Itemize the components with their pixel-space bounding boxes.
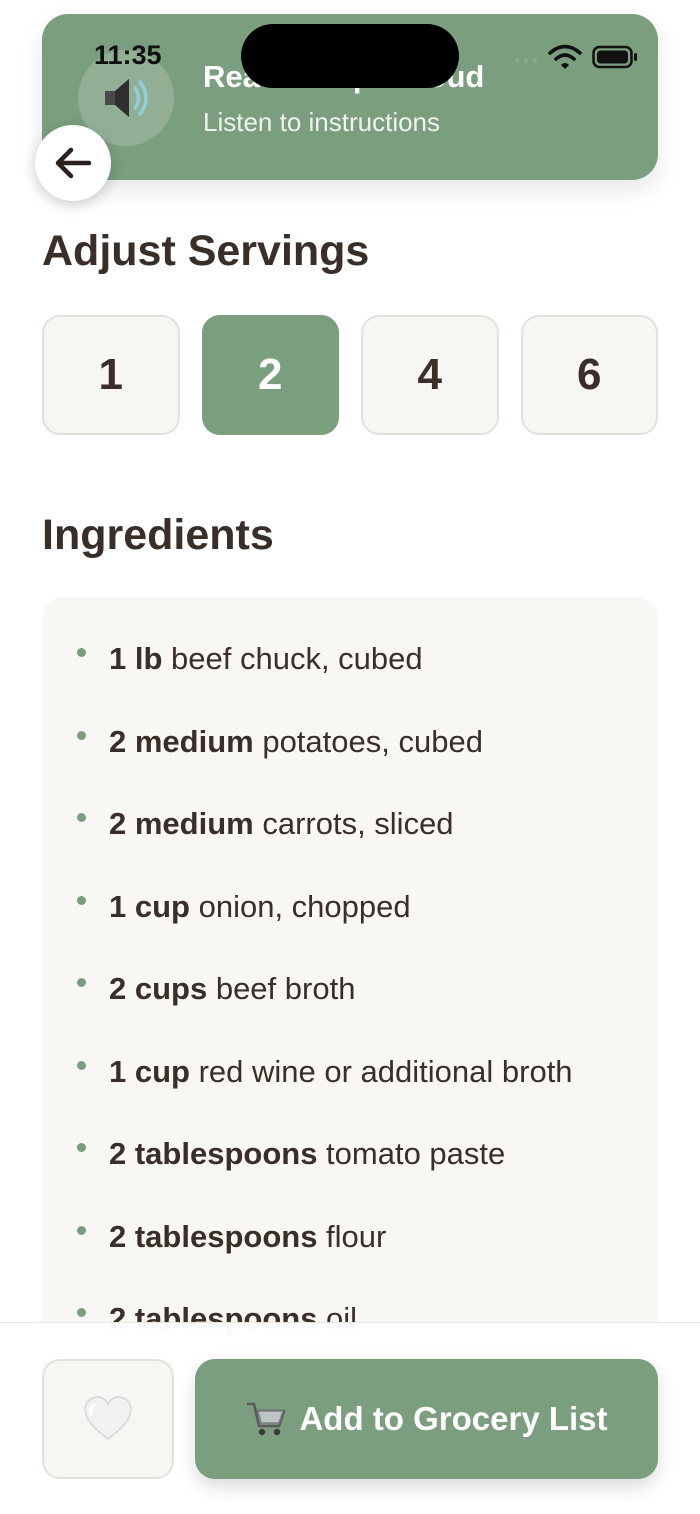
bullet [77, 1060, 86, 1070]
speaker-icon [105, 79, 148, 117]
bullet [77, 1143, 86, 1152]
bullet [77, 895, 86, 905]
bullet [77, 730, 86, 740]
ingredient-name: potatoes, cubed [262, 723, 483, 759]
bottom-action-bar: Add to Grocery List [0, 1322, 700, 1514]
serving-option-4[interactable]: 4 [361, 315, 499, 435]
ingredient-qty: 2 tablespoons [109, 1218, 327, 1254]
ingredient-item: 2 medium carrots, sliced [42, 806, 658, 889]
ingredient-name: onion, chopped [198, 888, 411, 924]
ingredients-title: Ingredients [42, 511, 274, 559]
ingredient-name: beef broth [215, 971, 356, 1006]
bullet [77, 648, 86, 657]
ingredient-name: flour [326, 1218, 387, 1254]
ingredient-item: 2 tablespoons flour [42, 1219, 658, 1302]
servings-title: Adjust Servings [42, 227, 370, 275]
ingredient-item: 2 medium potatoes, cubed [42, 724, 658, 807]
wifi-icon [548, 44, 582, 69]
ingredient-item: 2 tablespoons tomato paste [42, 1136, 658, 1219]
ingredients-list: 1 lb beef chuck, cubed 2 medium potatoes… [42, 597, 658, 1357]
ingredient-name: beef chuck, cubed [171, 641, 423, 676]
serving-option-2[interactable]: 2 [201, 315, 339, 435]
read-aloud-subtitle: Listen to instructions [203, 107, 441, 137]
ingredient-qty: 2 medium [109, 806, 263, 841]
battery-icon [592, 45, 637, 69]
ingredient-item: 1 cup onion, chopped [42, 889, 658, 972]
bullet [77, 813, 86, 822]
serving-option-1[interactable]: 1 [42, 315, 180, 435]
ingredient-qty: 1 cup [109, 1053, 199, 1089]
shopping-cart-icon [247, 1402, 286, 1436]
recipe-page: Read Recipe Aloud Listen to instructions… [0, 0, 700, 1514]
arrow-left-icon [55, 147, 92, 179]
heart-icon [84, 1396, 132, 1440]
ingredient-item: 1 lb beef chuck, cubed [42, 641, 658, 724]
ingredient-qty: 2 medium [109, 723, 263, 759]
favorite-button[interactable] [42, 1359, 174, 1479]
ingredient-name: red wine or additional broth [198, 1053, 573, 1089]
serving-option-6[interactable]: 6 [520, 315, 658, 435]
ingredient-item: 1 cup red wine or additional broth [42, 1054, 658, 1137]
signal-icon [514, 58, 538, 64]
bullet [77, 1225, 86, 1235]
ingredient-qty: 1 cup [109, 888, 199, 924]
bullet [77, 978, 86, 987]
servings-selector: 1 2 4 6 [42, 315, 658, 435]
ingredient-qty: 2 tablespoons [109, 1136, 327, 1171]
ingredient-name: tomato paste [326, 1136, 506, 1171]
status-time: 11:35 [94, 40, 162, 70]
back-button[interactable] [35, 125, 111, 201]
grocery-button-label: Add to Grocery List [299, 1400, 608, 1437]
ingredient-qty: 2 cups [109, 971, 216, 1006]
dynamic-island [241, 24, 459, 88]
ingredient-item: 2 cups beef broth [42, 971, 658, 1054]
bullet [77, 1308, 86, 1317]
ingredient-name: carrots, sliced [262, 806, 454, 841]
add-to-grocery-list-button[interactable]: Add to Grocery List [195, 1359, 658, 1479]
ingredients-card: 1 lb beef chuck, cubed 2 medium potatoes… [42, 597, 658, 1357]
ingredient-qty: 1 lb [109, 641, 172, 676]
